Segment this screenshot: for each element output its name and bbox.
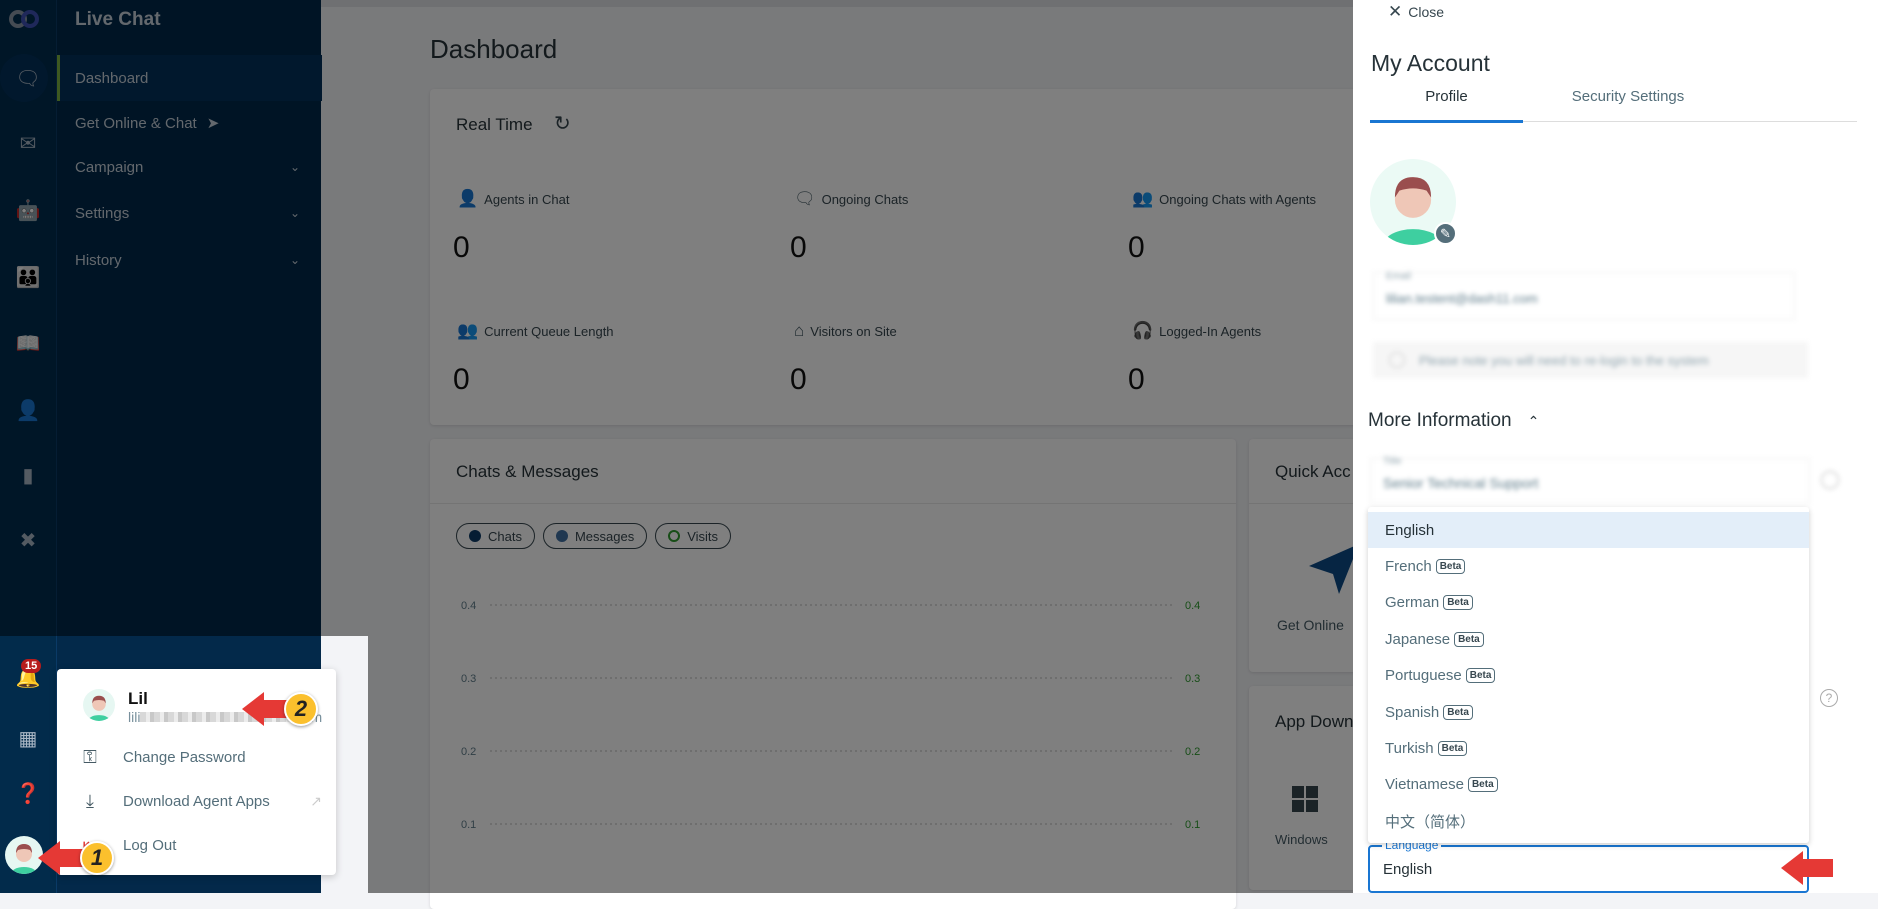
- language-option[interactable]: English: [1368, 512, 1809, 549]
- title-label: Title: [1383, 456, 1402, 467]
- drawer-title: My Account: [1371, 50, 1490, 76]
- user-name: Lil: [128, 689, 148, 708]
- help-icon[interactable]: [1821, 471, 1839, 489]
- title-field[interactable]: Title Senior Technical Support: [1370, 456, 1810, 504]
- help-icon[interactable]: ?: [1820, 689, 1838, 707]
- menu-item-label: Download Agent Apps: [123, 792, 270, 810]
- beta-badge: Beta: [1454, 631, 1484, 647]
- beta-badge: Beta: [1437, 741, 1468, 757]
- more-info-label: More Information: [1368, 410, 1512, 431]
- apps-icon[interactable]: ▦: [14, 724, 42, 752]
- tab-label: Security Settings: [1571, 88, 1685, 105]
- language-option-label: English: [1385, 521, 1435, 539]
- arrow-icon: [1781, 851, 1803, 885]
- language-option[interactable]: Spanish Beta: [1368, 694, 1809, 730]
- notification-badge: 15: [21, 659, 42, 673]
- language-dropdown-list: English French Beta German Beta Japanese Beta P…: [1368, 507, 1809, 843]
- language-option-label: Vietnamese: [1385, 776, 1464, 794]
- modal-overlay[interactable]: [0, 0, 1353, 636]
- tab-label: Profile: [1425, 88, 1468, 105]
- language-option-label: Portuguese: [1385, 667, 1462, 685]
- language-option[interactable]: Vietnamese Beta: [1368, 767, 1809, 803]
- language-option-label: Turkish: [1385, 740, 1434, 758]
- arrow-icon: [242, 692, 264, 726]
- tab-profile[interactable]: Profile: [1370, 88, 1523, 123]
- email-start: lili: [128, 709, 141, 725]
- annotation-step-2: 2: [242, 692, 318, 726]
- beta-badge: Beta: [1443, 704, 1473, 720]
- download-icon: ⤓: [86, 790, 94, 811]
- email-field[interactable]: Email lilian.testent@dash11.com: [1373, 271, 1795, 320]
- beta-badge: Beta: [1443, 595, 1473, 611]
- language-option-label: 中文（简体）: [1385, 813, 1476, 831]
- download-agent-apps-item[interactable]: ⤓ Download Agent Apps ↗: [57, 781, 336, 821]
- change-password-item[interactable]: ⚿ Change Password: [57, 737, 336, 777]
- more-information-toggle[interactable]: More Information ⌃: [1368, 410, 1539, 432]
- user-avatar: [83, 689, 115, 721]
- help-icon[interactable]: ❓: [14, 779, 42, 807]
- title-value: Senior Technical Support: [1383, 475, 1539, 491]
- beta-badge: Beta: [1435, 559, 1466, 575]
- arrow-icon: [38, 841, 60, 875]
- close-button[interactable]: ✕ Close: [1388, 2, 1444, 22]
- step-badge: 2: [284, 692, 318, 726]
- language-option[interactable]: Japanese Beta: [1368, 621, 1809, 657]
- tab-security-settings[interactable]: Security Settings: [1523, 88, 1733, 123]
- language-value: English: [1383, 861, 1433, 878]
- language-option[interactable]: French Beta: [1368, 548, 1809, 584]
- menu-item-label: Change Password: [123, 748, 246, 766]
- external-link-icon: ↗: [310, 792, 322, 809]
- close-icon: ✕: [1388, 2, 1403, 21]
- beta-badge: Beta: [1465, 668, 1496, 684]
- language-option-label: Japanese: [1385, 630, 1451, 648]
- relogin-note: Please note you will need to re-login to…: [1373, 342, 1808, 378]
- menu-item-label: Log Out: [123, 836, 177, 854]
- language-option-label: Spanish: [1385, 703, 1440, 721]
- annotation-step-1: 1: [38, 841, 114, 875]
- language-option[interactable]: Turkish Beta: [1368, 730, 1809, 766]
- edit-avatar-icon[interactable]: ✎: [1434, 222, 1457, 245]
- my-account-drawer: ✕ Close My Account Profile Security Setti…: [1353, 0, 1878, 893]
- language-option[interactable]: Portuguese Beta: [1368, 658, 1809, 694]
- relogin-text: Please note you will need to re-login to…: [1419, 352, 1709, 368]
- language-select[interactable]: Language English: [1368, 838, 1809, 893]
- language-option[interactable]: 中文（简体）: [1368, 803, 1809, 839]
- language-option-label: French: [1385, 558, 1432, 576]
- step-badge: 1: [80, 841, 114, 875]
- beta-badge: Beta: [1467, 777, 1498, 793]
- key-icon: ⚿: [83, 746, 97, 767]
- language-option-label: German: [1385, 594, 1440, 612]
- chevron-up-icon: ⌃: [1527, 412, 1540, 429]
- email-label: Email: [1386, 271, 1412, 282]
- modal-overlay[interactable]: [368, 636, 1353, 893]
- close-label: Close: [1408, 4, 1445, 20]
- language-option[interactable]: German Beta: [1368, 585, 1809, 621]
- email-value: lilian.testent@dash11.com: [1386, 291, 1538, 306]
- annotation-language-arrow: [1781, 851, 1833, 885]
